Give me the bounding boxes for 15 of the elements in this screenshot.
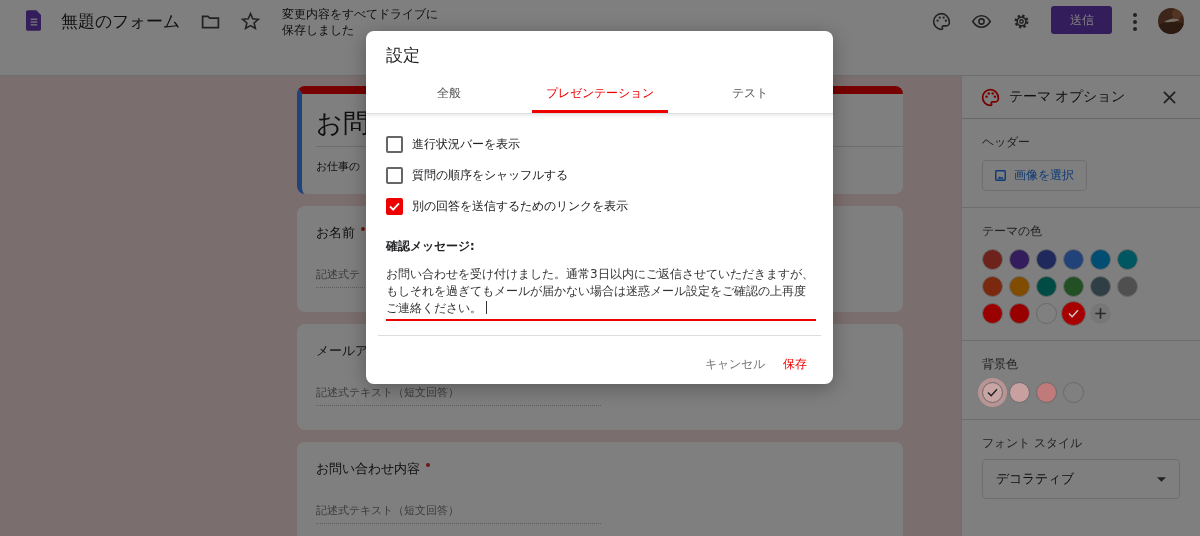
question-label: お名前 bbox=[316, 224, 355, 242]
panel-title: テーマ オプション bbox=[1009, 88, 1127, 106]
dialog-title: 設定 bbox=[386, 44, 421, 67]
checkbox-label: 進行状況バーを表示 bbox=[412, 137, 520, 152]
save-status-text: 変更内容をすべてドライブに bbox=[282, 6, 438, 22]
section-label: フォント スタイル bbox=[982, 436, 1083, 451]
checkbox-label: 別の回答を送信するためのリンクを表示 bbox=[412, 199, 628, 214]
checkbox-label: 質問の順序をシャッフルする bbox=[412, 168, 568, 183]
message-label: 確認メッセージ: bbox=[386, 239, 476, 254]
save-status-text: 保存しました bbox=[282, 22, 355, 38]
section-label: 背景色 bbox=[982, 357, 1019, 372]
question-label: お問い合わせ内容 bbox=[316, 460, 420, 478]
question-label: メールア bbox=[316, 342, 368, 360]
section-label: ヘッダー bbox=[982, 135, 1031, 150]
section-label: テーマの色 bbox=[982, 224, 1043, 239]
